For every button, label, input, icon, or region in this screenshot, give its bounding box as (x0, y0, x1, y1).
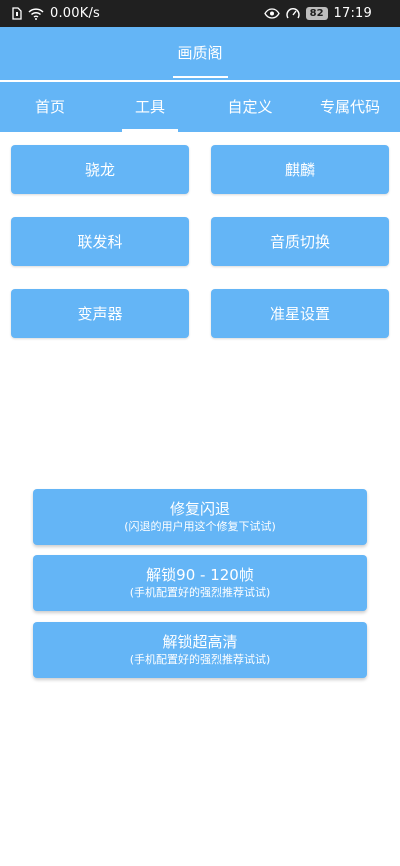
sim-card-icon (12, 7, 22, 20)
status-bar: 0.00K/s 82 17:19 (0, 0, 400, 27)
mediatek-button[interactable]: 联发科 (11, 217, 189, 266)
page-title: 画质阁 (177, 44, 223, 62)
status-bar-right: 82 17:19 (263, 0, 372, 27)
network-speed: 0.00K/s (50, 6, 101, 21)
fix-crash-button[interactable]: 修复闪退 (闪退的用户用这个修复下试试) (33, 489, 367, 545)
tab-tools[interactable]: 工具 (100, 82, 200, 132)
selected-tab-indicator (122, 129, 178, 132)
unlock-fps-label: 解锁90 - 120帧 (146, 566, 254, 584)
unlock-ultra-hd-hint: (手机配置好的强烈推荐试试) (129, 653, 271, 666)
snapdragon-button[interactable]: 骁龙 (11, 145, 189, 194)
tab-bar: 首页 工具 自定义 专属代码 (0, 82, 400, 132)
unlock-fps-button[interactable]: 解锁90 - 120帧 (手机配置好的强烈推荐试试) (33, 555, 367, 611)
crosshair-settings-button[interactable]: 准星设置 (211, 289, 389, 338)
speedometer-icon (285, 7, 300, 21)
tab-home[interactable]: 首页 (0, 82, 100, 132)
unlock-ultra-hd-label: 解锁超高清 (162, 633, 238, 651)
tab-custom[interactable]: 自定义 (200, 82, 300, 132)
voice-changer-button[interactable]: 变声器 (11, 289, 189, 338)
battery-indicator: 82 (305, 7, 328, 20)
fix-crash-label: 修复闪退 (169, 500, 230, 518)
unlock-ultra-hd-button[interactable]: 解锁超高清 (手机配置好的强烈推荐试试) (33, 622, 367, 678)
unlock-fps-hint: (手机配置好的强烈推荐试试) (129, 586, 271, 599)
status-bar-left: 0.00K/s (12, 0, 100, 27)
clock: 17:19 (333, 6, 372, 21)
eye-icon (263, 8, 280, 19)
title-underline (173, 76, 228, 78)
audio-switch-button[interactable]: 音质切换 (211, 217, 389, 266)
tab-exclusive-code[interactable]: 专属代码 (300, 82, 400, 132)
app-header: 画质阁 (0, 27, 400, 80)
fix-crash-hint: (闪退的用户用这个修复下试试) (124, 520, 276, 533)
kirin-button[interactable]: 麒麟 (211, 145, 389, 194)
wifi-icon (28, 7, 44, 20)
